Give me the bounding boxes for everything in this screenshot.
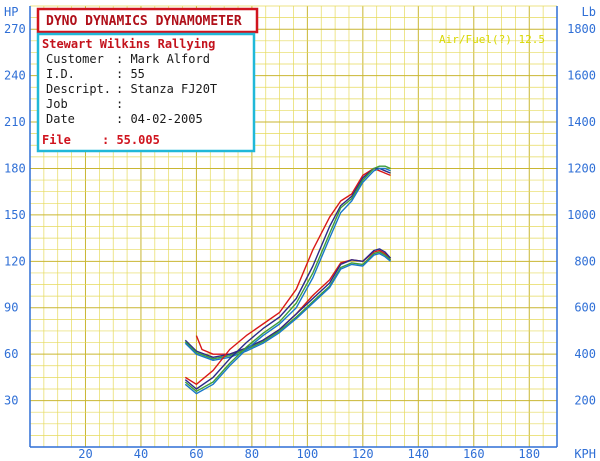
y-left-tick-label: 90 <box>4 301 18 315</box>
y-left-tick-label: 60 <box>4 347 18 361</box>
y-left-tick-label: 120 <box>4 254 26 268</box>
y-left-unit: HP <box>4 5 18 19</box>
title-box: DYNO DYNAMICS DYNAMOMETER <box>36 7 259 34</box>
x-tick-label: 140 <box>407 447 429 461</box>
y-right-tick-label: 1400 <box>567 115 596 129</box>
chart-series <box>184 165 392 395</box>
y-left-tick-label: 30 <box>4 394 18 408</box>
x-tick-label: 20 <box>78 447 92 461</box>
y-right-tick-label: 1000 <box>567 208 596 222</box>
y-left-tick-label: 150 <box>4 208 26 222</box>
file-label: File <box>42 133 71 147</box>
customer-label: Customer <box>46 52 104 66</box>
date-value: : 04-02-2005 <box>116 112 203 126</box>
y-left-tick-label: 270 <box>4 22 26 36</box>
y-right-tick-label: 800 <box>574 254 596 268</box>
y-right-tick-label: 1200 <box>567 161 596 175</box>
x-tick-label: 100 <box>297 447 319 461</box>
x-unit-label: KPH <box>574 447 596 461</box>
series-line-force-2 <box>184 167 391 390</box>
job-value: : <box>116 97 123 111</box>
x-tick-label: 60 <box>189 447 203 461</box>
y-left-tick-label: 210 <box>4 115 26 129</box>
y-left-tick-label: 240 <box>4 69 26 83</box>
y-right-tick-label: 600 <box>574 301 596 315</box>
y-right-unit: Lb <box>582 5 596 19</box>
description-label: Descript. <box>46 82 111 96</box>
air-fuel-readout: Air/Fuel(?) 12.5 <box>439 33 545 46</box>
x-tick-label: 80 <box>245 447 259 461</box>
id-label: I.D. <box>46 67 75 81</box>
id-value: : 55 <box>116 67 145 81</box>
x-tick-label: 40 <box>134 447 148 461</box>
y-left-tick-label: 180 <box>4 161 26 175</box>
customer-value: : Mark Alford <box>116 52 210 66</box>
date-label: Date <box>46 112 75 126</box>
app-title: DYNO DYNAMICS DYNAMOMETER <box>46 14 242 29</box>
company-name: Stewart Wilkins Rallying <box>42 37 215 51</box>
y-right-tick-label: 400 <box>574 347 596 361</box>
dyno-chart: 20 40 60 80 100 120 140 160 180 30 60 90 120 150 180 21… <box>4 5 596 461</box>
y-right-tick-label: 1600 <box>567 69 596 83</box>
y-right-tick-label: 1800 <box>567 22 596 36</box>
x-tick-label: 160 <box>463 447 485 461</box>
y-right-tick-label: 200 <box>574 394 596 408</box>
x-tick-label: 120 <box>352 447 374 461</box>
file-value: : 55.005 <box>102 133 160 147</box>
series-line-force-1 <box>184 167 391 385</box>
x-tick-label: 180 <box>518 447 540 461</box>
info-panel: Stewart Wilkins Rallying Customer : Mark… <box>36 32 256 153</box>
job-label: Job <box>46 97 68 111</box>
description-value: : Stanza FJ20T <box>116 82 217 96</box>
